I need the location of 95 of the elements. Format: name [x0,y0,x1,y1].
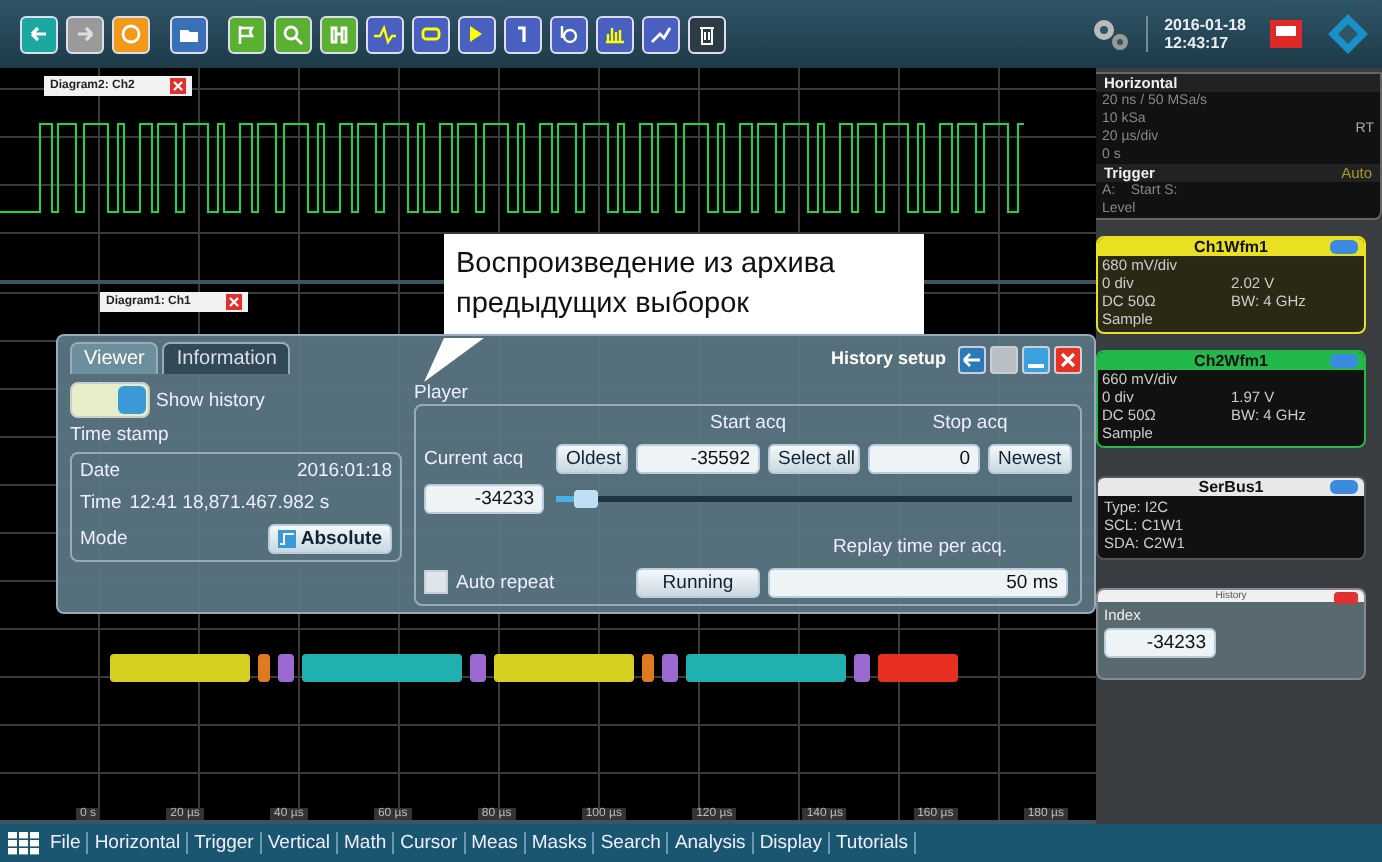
mode-button[interactable]: Absolute [268,524,392,554]
menu-item[interactable]: Math [338,832,395,854]
close-icon[interactable] [170,78,187,94]
field-label: Start acq [709,412,787,435]
decoded-bus-segment [470,654,486,682]
running-button[interactable]: Running [636,567,760,598]
decoded-bus-segment [258,654,270,682]
channel-title: Ch2Wfm1 [1194,352,1268,370]
close-icon [1060,352,1076,368]
decoded-bus-segment [110,654,250,682]
field-label: Time [80,492,122,514]
toolbar-button[interactable] [112,15,150,53]
stop-acq-field[interactable]: 0 [868,444,980,475]
decoded-bus-segment [278,654,294,682]
toggle-label: Show history [156,389,265,411]
binoculars-icon [326,22,352,46]
menu-item[interactable]: Analysis [668,832,754,854]
decoded-bus-segment [854,654,870,682]
close-button[interactable] [1054,346,1082,374]
gears-icon[interactable] [1090,16,1131,52]
checkbox[interactable] [424,570,448,595]
toolbar-button[interactable] [504,15,542,53]
toolbar-button[interactable] [550,15,588,53]
back-arrow-icon [962,352,982,368]
trash-icon [694,22,720,46]
undo-button[interactable] [958,346,986,374]
date-value: 2016:01:18 [296,460,392,482]
toolbar-button[interactable] [366,15,404,53]
slider-track[interactable] [556,496,1072,503]
field-label: Mode [80,528,128,550]
toolbar-button[interactable] [20,15,58,53]
toolbar-button[interactable] [170,15,208,53]
time-text: 12:43:17 [1164,34,1231,52]
close-icon[interactable] [226,294,243,310]
date-text: 2016-01-18 [1164,16,1246,34]
menu-item[interactable]: Cursor [394,832,466,854]
rectangle-icon [418,22,444,46]
forward-arrow-icon [72,22,98,46]
menu-item[interactable]: Trigger [188,832,262,854]
toggle-icon[interactable] [1330,480,1358,494]
toolbar-button[interactable] [688,15,726,53]
checkbox-label: Auto repeat [456,571,555,594]
channel-title: Ch1Wfm1 [1194,238,1268,256]
toolbar-button[interactable] [596,15,634,53]
toggle-icon[interactable] [1330,240,1358,254]
slider-thumb[interactable] [574,490,599,509]
toggle-switch[interactable] [70,382,150,418]
menu-item[interactable]: Vertical [261,832,338,854]
replay-time-field[interactable]: 50 ms [768,567,1068,598]
field-label: Stop acq [932,412,1008,435]
flag-icon [234,22,260,46]
toolbar-button[interactable] [66,15,104,53]
field-label: Date [80,460,121,482]
start-acq-field[interactable]: -35592 [636,444,760,475]
field-label: Replay time per acq. [832,535,1008,558]
toolbar-button[interactable] [274,15,312,53]
menu-item[interactable]: Search [594,832,669,854]
toolbar-button[interactable] [228,15,266,53]
callout-text: Воспроизведение из архива предыдущих выборок [444,234,924,334]
back-arrow-icon [26,22,52,46]
menu-item[interactable]: Horizontal [88,832,189,854]
step-icon [278,530,297,548]
time-value: 12:41 18,871.467.982 s [129,492,330,514]
toggle-icon[interactable] [1330,354,1358,368]
menu-item[interactable]: Meas [465,832,526,854]
select-all-button[interactable]: Select all [768,444,860,475]
menu-item[interactable]: Tutorials [829,832,917,854]
decoded-bus-segment [494,654,634,682]
decoded-bus-segment [642,654,654,682]
toolbar-button[interactable] [320,15,358,53]
section-heading: Time stamp [70,424,171,446]
diamond-logo-icon [1326,12,1370,56]
menu-item[interactable]: File [44,832,89,854]
waveform-icon [372,22,398,46]
toolbar-button[interactable] [458,15,496,53]
oldest-button[interactable]: Oldest [556,444,628,475]
menu-item[interactable]: Display [753,832,830,854]
decoded-bus-segment [662,654,678,682]
newest-button[interactable]: Newest [988,444,1072,475]
bus-title: SerBus1 [1198,478,1264,496]
decoded-bus-segment [878,654,958,682]
toolbar-button[interactable] [412,15,450,53]
index-field[interactable]: -34233 [1104,628,1216,658]
menu-item[interactable]: Masks [525,832,595,854]
toolbar-button[interactable] [642,15,680,53]
histogram-icon [602,22,628,46]
current-acq-field[interactable]: -34233 [424,484,544,515]
dialog-title: History setup [830,348,946,368]
section-heading: Player [414,382,470,404]
minimize-button[interactable] [1022,346,1050,374]
callout-pointer [424,338,484,382]
zoom-icon [280,22,306,46]
dialog-tab[interactable]: Information [162,342,291,374]
grid-menu-icon[interactable] [8,831,40,855]
field-label: Current acq [424,448,526,471]
